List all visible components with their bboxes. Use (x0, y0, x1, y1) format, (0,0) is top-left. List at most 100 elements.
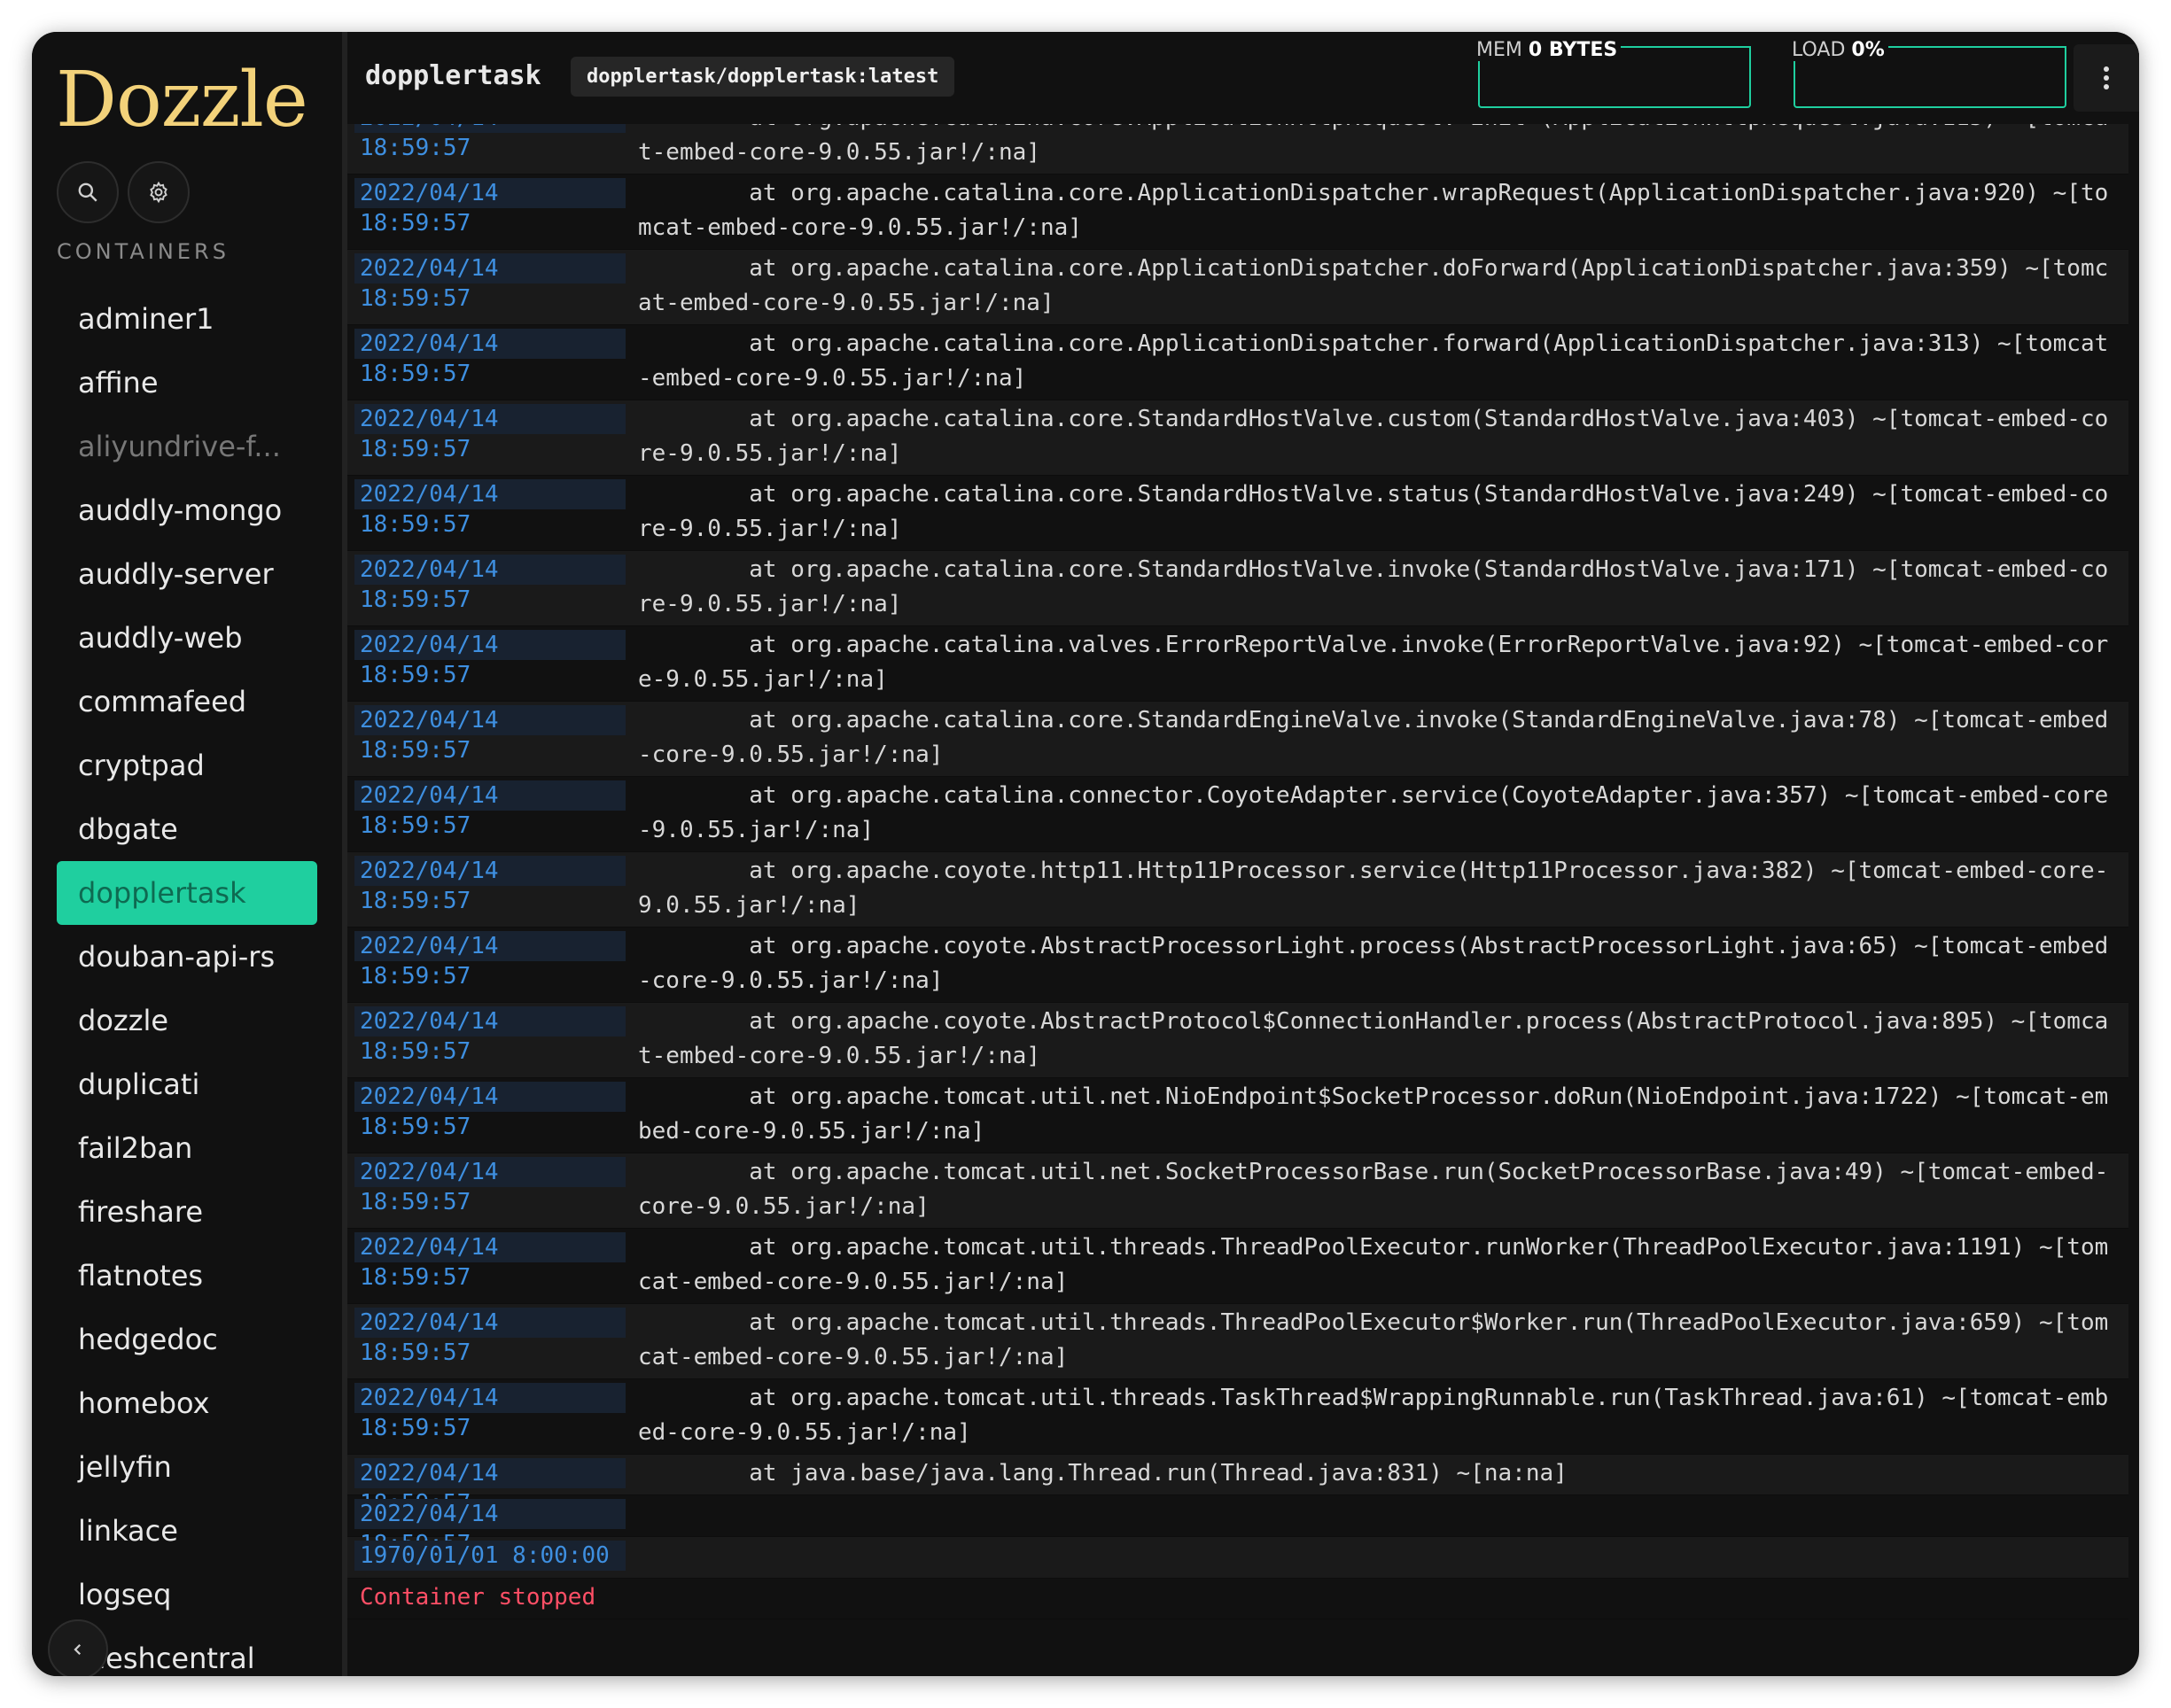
log-message (626, 1495, 2128, 1536)
log-message: at org.apache.catalina.valves.ErrorRepor… (638, 632, 2109, 693)
log-row: 2022/04/14 18:59:57 (347, 1495, 2128, 1557)
container-item-auddly-mongo[interactable]: auddly-mongo (57, 478, 317, 542)
log-row: 2022/04/14 18:59:57 at org.apache.tomcat… (347, 1379, 2128, 1455)
log-timestamp: 2022/04/14 18:59:57 (354, 1006, 626, 1065)
log-timestamp: 2022/04/14 18:59:57 (354, 124, 626, 161)
log-timestamp: 2022/04/14 18:59:57 (354, 1499, 626, 1557)
app-window: Dozzle CONTAINERS adminer1 affine aliyundr… (32, 32, 2139, 1676)
log-timestamp: 2022/04/14 18:59:57 (354, 479, 626, 538)
log-row: 1970/01/01 8:00:00 (347, 1537, 2128, 1579)
log-message: at org.apache.tomcat.util.threads.Thread… (638, 1234, 2109, 1295)
log-row: 2022/04/14 18:59:57 at org.apache.catali… (347, 175, 2128, 250)
log-row: 2022/04/14 18:59:57 at java.base/java.la… (347, 1455, 2128, 1517)
settings-button[interactable] (128, 161, 190, 223)
log-timestamp: 2022/04/14 18:59:57 (354, 780, 626, 839)
more-menu-button[interactable] (2074, 44, 2139, 112)
log-timestamp: 2022/04/14 18:59:57 (354, 1082, 626, 1140)
log-timestamp: 2022/04/14 18:59:57 (354, 1232, 626, 1291)
container-item-aliyundrive-f[interactable]: aliyundrive-f... (57, 415, 317, 478)
container-item-jellyfin[interactable]: jellyfin (57, 1435, 317, 1499)
log-row: 2022/04/14 18:59:57 at org.apache.catali… (347, 551, 2128, 626)
container-item-hedgedoc[interactable]: hedgedoc (57, 1308, 317, 1371)
log-message: at org.apache.catalina.core.ApplicationD… (638, 330, 2109, 392)
log-row: Container stopped (347, 1579, 2128, 1619)
log-timestamp: 1970/01/01 8:00:00 (354, 1541, 626, 1571)
load-value: 0% (1851, 39, 1885, 61)
container-item-fail2ban[interactable]: fail2ban (57, 1116, 317, 1180)
log-timestamp: 2022/04/14 18:59:57 (354, 253, 626, 312)
load-stat: LOAD 0% (1788, 39, 2066, 108)
log-message: at org.apache.tomcat.util.threads.Thread… (638, 1309, 2109, 1370)
log-message: at org.apache.catalina.core.StandardEngi… (638, 707, 2109, 768)
log-timestamp: 2022/04/14 18:59:57 (354, 329, 626, 387)
container-item-auddly-server[interactable]: auddly-server (57, 542, 317, 606)
load-label: LOAD 0% (1788, 39, 1888, 61)
search-icon (78, 182, 97, 202)
log-row: 2022/04/14 18:59:57 at org.apache.catali… (347, 325, 2128, 400)
log-row: 2022/04/14 18:59:57 at org.apache.coyote… (347, 928, 2128, 1003)
log-row: 2022/04/14 18:59:57 at org.apache.tomcat… (347, 1229, 2128, 1304)
log-message: at org.apache.catalina.core.ApplicationH… (638, 124, 2108, 166)
log-timestamp: 2022/04/14 18:59:57 (354, 178, 626, 237)
container-item-dozzle[interactable]: dozzle (57, 989, 317, 1052)
log-timestamp: 2022/04/14 18:59:57 (354, 1308, 626, 1366)
containers-section-title: CONTAINERS (57, 239, 230, 264)
log-viewer[interactable]: 2022/04/14 18:59:57 at org.apache.catali… (347, 124, 2128, 1676)
log-row: 2022/04/14 18:59:57 at org.apache.tomcat… (347, 1153, 2128, 1229)
log-message: at org.apache.coyote.AbstractProcessorLi… (638, 933, 2109, 994)
sidebar: Dozzle CONTAINERS adminer1 affine aliyundr… (32, 32, 347, 1676)
container-list: adminer1 affine aliyundrive-f... auddly-mon… (57, 287, 317, 1676)
container-item-dbgate[interactable]: dbgate (57, 797, 317, 861)
log-timestamp: 2022/04/14 18:59:57 (354, 555, 626, 613)
log-message: at org.apache.coyote.http11.Http11Proces… (638, 858, 2109, 919)
log-message: at org.apache.catalina.core.StandardHost… (638, 556, 2109, 617)
log-message: at java.base/java.lang.Thread.run(Thread… (638, 1460, 1568, 1487)
container-stopped-message: Container stopped (360, 1584, 596, 1611)
log-row: 2022/04/14 18:59:57 at org.apache.catali… (347, 476, 2128, 551)
log-row: 2022/04/14 18:59:57 at org.apache.catali… (347, 626, 2128, 702)
chevron-left-icon (74, 1643, 82, 1656)
container-item-douban-api-rs[interactable]: douban-api-rs (57, 925, 317, 989)
log-message: at org.apache.catalina.core.StandardHost… (638, 406, 2109, 467)
log-header: dopplertask dopplertask/dopplertask:late… (347, 32, 2139, 124)
log-message: at org.apache.tomcat.util.net.SocketProc… (638, 1159, 2109, 1220)
container-title: dopplertask (365, 60, 541, 91)
collapse-sidebar-button[interactable] (48, 1619, 108, 1676)
mem-stat: MEM 0 BYTES (1473, 39, 1751, 108)
log-row: 2022/04/14 18:59:57 at org.apache.coyote… (347, 1003, 2128, 1078)
log-timestamp: 2022/04/14 18:59:57 (354, 404, 626, 462)
log-row: 2022/04/14 18:59:57 at org.apache.catali… (347, 250, 2128, 325)
container-item-auddly-web[interactable]: auddly-web (57, 606, 317, 670)
container-item-logseq[interactable]: logseq (57, 1563, 317, 1626)
log-message: at org.apache.catalina.core.ApplicationD… (638, 255, 2109, 316)
mem-value: 0 BYTES (1528, 39, 1618, 61)
more-vertical-icon (2104, 66, 2109, 89)
container-item-duplicati[interactable]: duplicati (57, 1052, 317, 1116)
container-item-cryptpad[interactable]: cryptpad (57, 734, 317, 797)
log-timestamp: 2022/04/14 18:59:57 (354, 1157, 626, 1215)
mem-label: MEM 0 BYTES (1473, 39, 1622, 61)
container-item-commafeed[interactable]: commafeed (57, 670, 317, 734)
container-item-linkace[interactable]: linkace (57, 1499, 317, 1563)
log-row: 2022/04/14 18:59:57 at org.apache.catali… (347, 777, 2128, 852)
log-timestamp: 2022/04/14 18:59:57 (354, 630, 626, 688)
log-message (626, 1537, 2128, 1578)
container-item-flatnotes[interactable]: flatnotes (57, 1244, 317, 1308)
container-item-homebox[interactable]: homebox (57, 1371, 317, 1435)
log-row: 2022/04/14 18:59:57 at org.apache.catali… (347, 702, 2128, 777)
search-button[interactable] (57, 161, 119, 223)
log-message: at org.apache.catalina.connector.CoyoteA… (638, 782, 2109, 843)
log-message: at org.apache.tomcat.util.net.NioEndpoin… (638, 1083, 2109, 1145)
container-item-fireshare[interactable]: fireshare (57, 1180, 317, 1244)
container-item-dopplertask[interactable]: dopplertask (57, 861, 317, 925)
container-item-adminer1[interactable]: adminer1 (57, 287, 317, 351)
log-message: at org.apache.catalina.core.StandardHost… (638, 481, 2109, 542)
log-message: at org.apache.tomcat.util.threads.TaskTh… (638, 1385, 2109, 1446)
log-message: at org.apache.catalina.core.ApplicationD… (638, 180, 2109, 241)
log-timestamp: 2022/04/14 18:59:57 (354, 856, 626, 914)
log-row: 2022/04/14 18:59:57 at org.apache.tomcat… (347, 1078, 2128, 1153)
container-item-affine[interactable]: affine (57, 351, 317, 415)
log-timestamp: 2022/04/14 18:59:57 (354, 931, 626, 990)
app-logo[interactable]: Dozzle (56, 62, 308, 138)
log-timestamp: 2022/04/14 18:59:57 (354, 705, 626, 764)
